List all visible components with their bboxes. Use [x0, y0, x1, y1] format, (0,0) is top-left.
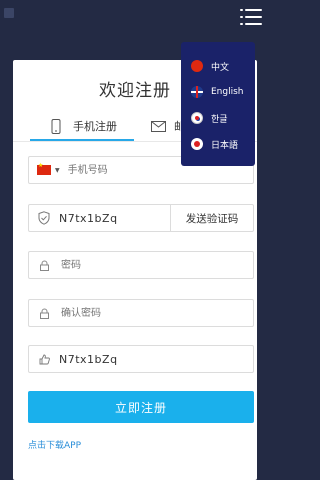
language-item-ja[interactable]: 日本語: [181, 132, 255, 156]
password-field: [28, 251, 254, 279]
language-label: 中文: [211, 62, 230, 73]
korea-flag-icon: [191, 112, 203, 124]
tab-phone-label: 手机注册: [73, 120, 117, 133]
language-label: 日本語: [211, 140, 239, 151]
mail-icon: [151, 120, 166, 132]
china-flag-icon: [191, 60, 203, 72]
country-caret-icon[interactable]: ▼: [55, 167, 60, 174]
confirm-password-input[interactable]: [59, 306, 233, 320]
language-label: 한글: [211, 114, 228, 125]
tab-email-register[interactable]: 邮: [151, 112, 185, 140]
japan-flag-icon: [191, 138, 203, 150]
app-square-icon: [0, 4, 18, 22]
lock-icon: [39, 260, 49, 271]
password-input[interactable]: [59, 258, 233, 272]
invite-code-input[interactable]: N7tx1bZq: [59, 353, 118, 366]
shield-check-icon: [38, 211, 50, 225]
register-submit-button[interactable]: 立即注册: [28, 391, 254, 423]
language-label: English: [211, 87, 244, 97]
phone-icon: [51, 118, 61, 134]
china-flag-icon[interactable]: [37, 162, 51, 175]
send-code-button[interactable]: 发送验证码: [170, 205, 253, 231]
list-menu-icon[interactable]: [240, 8, 262, 26]
uk-flag-icon: [191, 86, 203, 98]
lock-icon: [39, 308, 49, 319]
thumbs-up-icon: [39, 354, 50, 364]
download-app-link[interactable]: 点击下载APP: [28, 438, 81, 451]
tab-phone-register[interactable]: 手机注册: [51, 112, 117, 140]
verification-input[interactable]: N7tx1bZq: [59, 212, 118, 225]
language-item-zh[interactable]: 中文: [181, 54, 255, 78]
language-dropdown: 中文 English 한글 日本語: [181, 42, 255, 166]
confirm-password-field: [28, 299, 254, 327]
language-item-en[interactable]: English: [181, 80, 255, 104]
verification-field: N7tx1bZq 发送验证码: [28, 204, 254, 232]
language-item-ko[interactable]: 한글: [181, 106, 255, 130]
invite-code-field: N7tx1bZq: [28, 345, 254, 373]
